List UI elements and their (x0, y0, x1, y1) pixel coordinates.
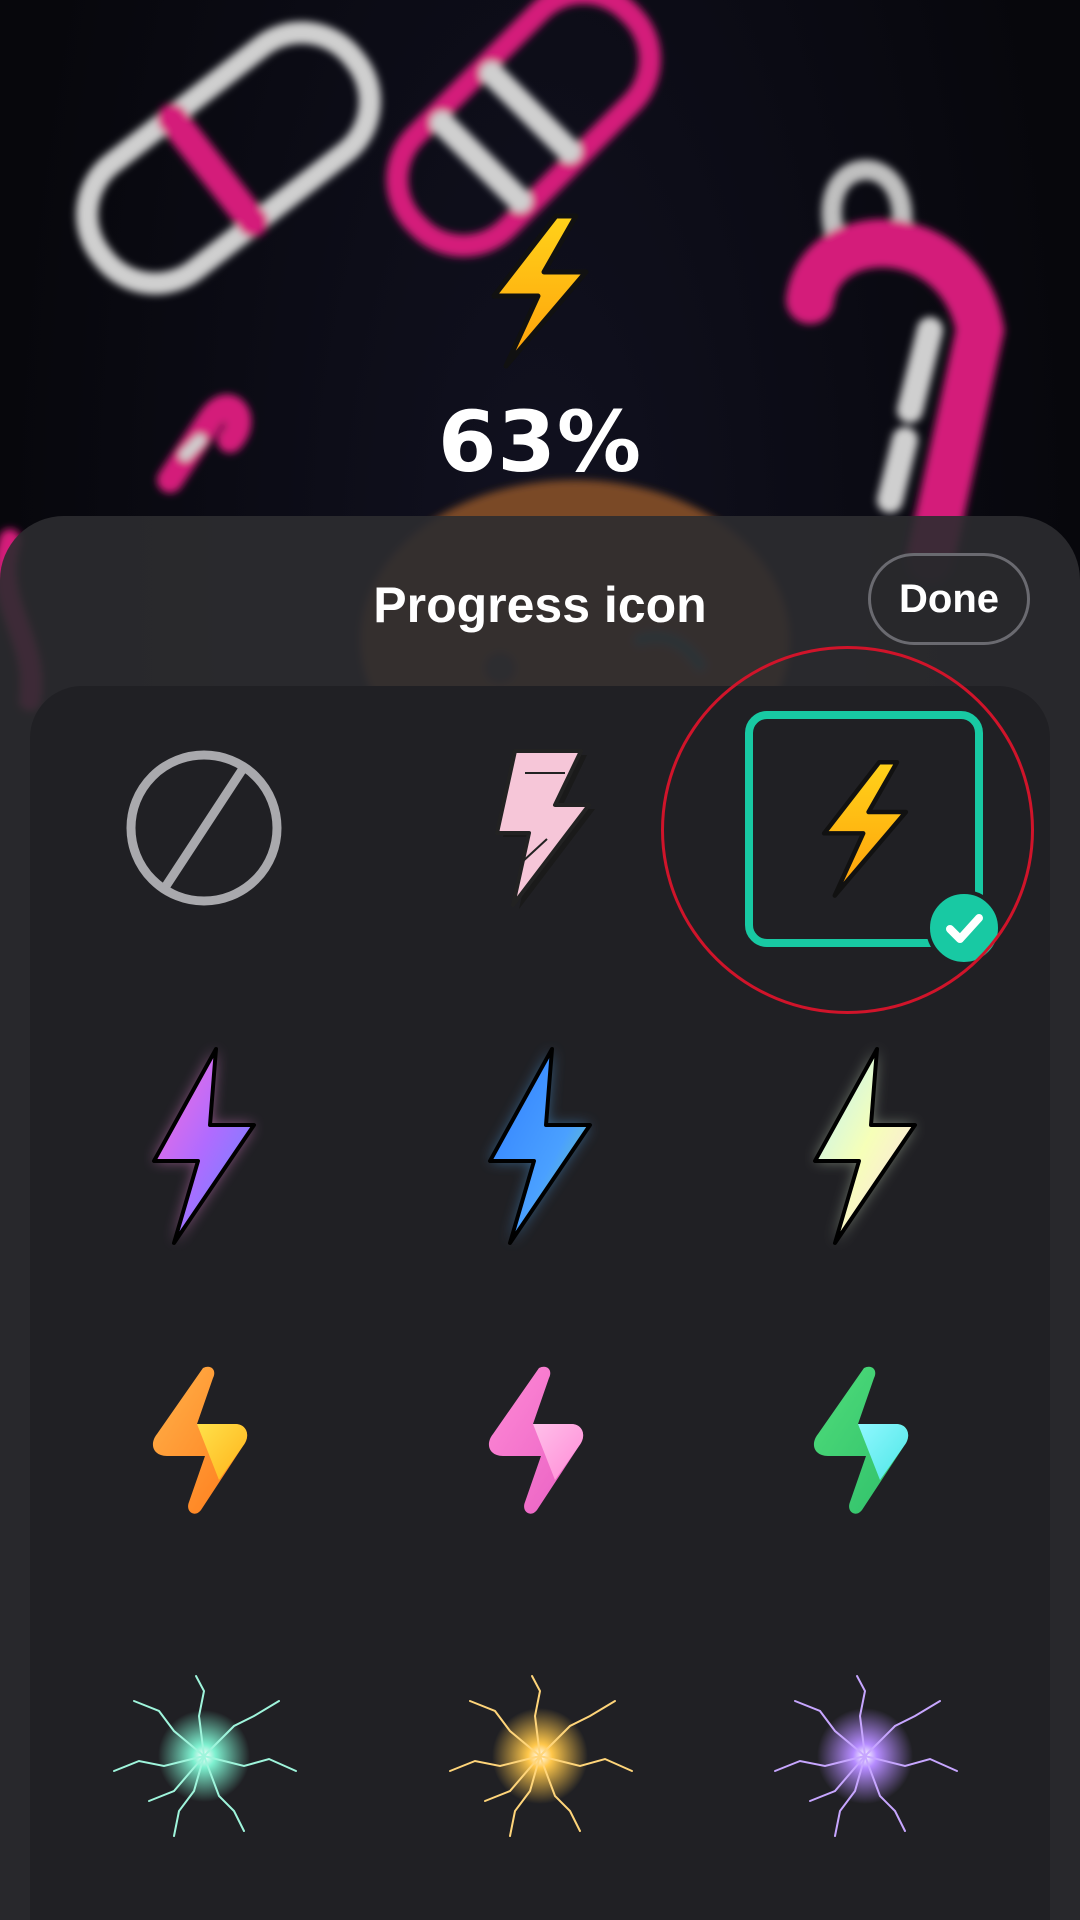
battery-percent-label: 63% (437, 393, 643, 491)
icon-option-orange-3d-lightning[interactable] (54, 1310, 354, 1570)
pink-sketch-lightning-icon (495, 749, 595, 909)
purple-electric-spark-icon (774, 1675, 958, 1837)
icon-option-teal-electric-spark[interactable] (54, 1626, 354, 1886)
pink-3d-lightning-icon (488, 1366, 584, 1514)
screen: 63% Progress icon Done (0, 0, 1080, 1920)
green-3d-lightning-icon (813, 1366, 909, 1514)
preview-lightning-bolt-icon (486, 210, 594, 370)
icon-option-purple-electric-spark[interactable] (715, 1626, 1015, 1886)
teal-electric-spark-icon (113, 1675, 297, 1837)
blue-green-gradient-lightning-icon (488, 1047, 592, 1245)
icon-option-pastel-holographic-lightning[interactable] (715, 1016, 1015, 1276)
icon-option-blue-green-gradient-lightning[interactable] (390, 1016, 690, 1276)
icon-option-gold-electric-spark[interactable] (390, 1626, 690, 1886)
annotation-circle (661, 646, 1034, 1014)
none-icon (126, 750, 282, 906)
icon-option-none[interactable] (54, 698, 354, 958)
icon-option-pink-3d-lightning[interactable] (390, 1310, 690, 1570)
pink-purple-gradient-lightning-icon (152, 1047, 256, 1245)
icon-option-green-3d-lightning[interactable] (715, 1310, 1015, 1570)
icon-option-pink-sketch-lightning[interactable] (390, 698, 690, 958)
icon-option-pink-purple-gradient-lightning[interactable] (54, 1016, 354, 1276)
done-button[interactable]: Done (868, 553, 1030, 645)
orange-3d-lightning-icon (152, 1366, 248, 1514)
pastel-holographic-lightning-icon (813, 1047, 917, 1245)
gold-electric-spark-icon (449, 1675, 633, 1837)
